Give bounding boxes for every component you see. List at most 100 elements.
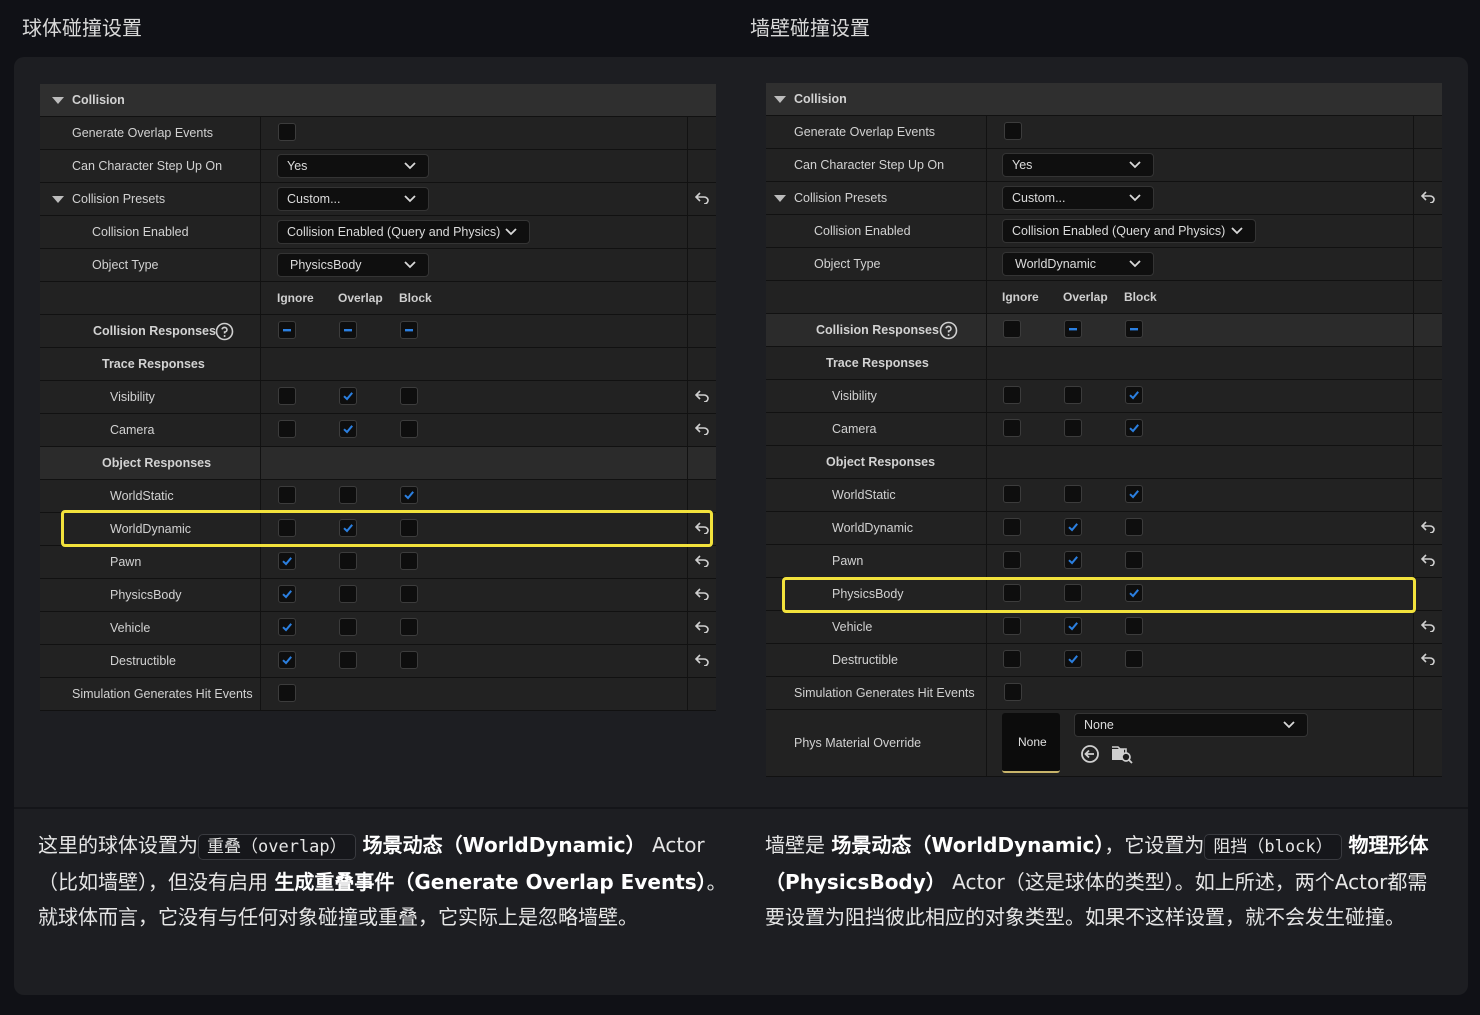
left-heading: 球体碰撞设置 [22,16,142,40]
block-checkbox[interactable] [400,618,418,636]
generate-overlap-checkbox[interactable] [278,123,296,141]
chevron-down-icon [1129,161,1141,169]
wall-collision-panel: Collision Generate Overlap Events Can Ch… [766,83,1442,777]
ignore-checkbox[interactable] [278,420,296,438]
enabled-dropdown[interactable]: Collision Enabled (Query and Physics) [1002,219,1256,243]
step-up-dropdown[interactable]: Yes [1002,153,1154,177]
reset-arrow-icon[interactable] [695,654,709,666]
reset-arrow-icon[interactable] [1421,554,1435,566]
reset-arrow-icon[interactable] [695,621,709,633]
presets-dropdown[interactable]: Custom... [1002,186,1154,210]
ignore-checkbox[interactable] [278,519,296,537]
overlap-checkbox[interactable] [1064,551,1082,569]
browse-folder-icon[interactable] [1111,744,1133,764]
ignore-all-checkbox[interactable] [278,321,296,339]
ignore-checkbox[interactable] [1003,386,1021,404]
presets-row: Collision Presets Custom... [40,183,716,216]
collapse-arrow-icon[interactable] [774,96,786,103]
ignore-checkbox[interactable] [1003,650,1021,668]
overlap-checkbox[interactable] [1064,485,1082,503]
help-icon[interactable] [215,322,234,341]
step-up-dropdown[interactable]: Yes [277,154,429,178]
ignore-checkbox[interactable] [278,651,296,669]
block-checkbox[interactable] [1125,584,1143,602]
overlap-checkbox[interactable] [1064,518,1082,536]
block-checkbox[interactable] [400,387,418,405]
block-checkbox[interactable] [1125,485,1143,503]
collapse-arrow-icon[interactable] [774,195,786,202]
sim-hit-label: Simulation Generates Hit Events [72,687,253,701]
reset-arrow-icon[interactable] [1421,191,1435,203]
ignore-checkbox[interactable] [278,585,296,603]
block-checkbox[interactable] [400,519,418,537]
sim-hit-checkbox[interactable] [278,684,296,702]
material-dropdown[interactable]: None [1074,713,1308,737]
reset-arrow-icon[interactable] [695,390,709,402]
block-checkbox[interactable] [1125,518,1143,536]
ignore-checkbox[interactable] [1003,419,1021,437]
ignore-checkbox[interactable] [1003,485,1021,503]
block-checkbox[interactable] [1125,617,1143,635]
overlap-all-checkbox[interactable] [339,321,357,339]
object-type-dropdown[interactable]: PhysicsBody [277,253,429,277]
overlap-all-checkbox[interactable] [1064,320,1082,338]
reset-arrow-icon[interactable] [695,555,709,567]
overlap-checkbox[interactable] [339,387,357,405]
block-checkbox[interactable] [400,486,418,504]
block-all-checkbox[interactable] [1125,320,1143,338]
collapse-arrow-icon[interactable] [52,97,64,104]
reset-arrow-icon[interactable] [695,588,709,600]
block-checkbox[interactable] [1125,419,1143,437]
help-icon[interactable] [939,321,958,340]
ignore-all-checkbox[interactable] [1003,320,1021,338]
overlap-checkbox[interactable] [339,486,357,504]
overlap-checkbox[interactable] [339,519,357,537]
overlap-checkbox[interactable] [1064,584,1082,602]
presets-dropdown[interactable]: Custom... [277,187,429,211]
block-checkbox[interactable] [400,585,418,603]
overlap-checkbox[interactable] [339,585,357,603]
ignore-checkbox[interactable] [278,486,296,504]
reset-arrow-icon[interactable] [1421,653,1435,665]
collapse-arrow-icon[interactable] [52,196,64,203]
ignore-checkbox[interactable] [278,618,296,636]
phys-material-label: Phys Material Override [794,736,922,750]
overlap-checkbox[interactable] [339,552,357,570]
overlap-checkbox[interactable] [1064,419,1082,437]
overlap-checkbox[interactable] [1064,650,1082,668]
overlap-checkbox[interactable] [339,420,357,438]
card-divider [14,807,1468,809]
block-checkbox[interactable] [400,552,418,570]
use-selected-arrow-icon[interactable] [1080,744,1100,764]
overlap-checkbox[interactable] [1064,386,1082,404]
reset-arrow-icon[interactable] [695,192,709,204]
ignore-checkbox[interactable] [278,552,296,570]
sim-hit-checkbox[interactable] [1004,683,1022,701]
reset-arrow-icon[interactable] [1421,521,1435,533]
block-checkbox[interactable] [400,420,418,438]
response-label: Vehicle [832,620,873,634]
object-type-dropdown[interactable]: WorldDynamic [1002,252,1154,276]
block-checkbox[interactable] [400,651,418,669]
block-checkbox[interactable] [1125,650,1143,668]
ignore-checkbox[interactable] [1003,584,1021,602]
reset-arrow-icon[interactable] [695,423,709,435]
collision-section-header[interactable]: Collision [40,84,716,117]
ignore-checkbox[interactable] [1003,518,1021,536]
ignore-checkbox[interactable] [278,387,296,405]
reset-arrow-icon[interactable] [695,522,709,534]
response-label: Pawn [110,555,142,569]
ignore-checkbox[interactable] [1003,551,1021,569]
collision-section-header[interactable]: Collision [766,83,1442,116]
block-checkbox[interactable] [1125,551,1143,569]
overlap-checkbox[interactable] [339,618,357,636]
material-thumbnail[interactable]: None [1002,713,1060,773]
overlap-checkbox[interactable] [1064,617,1082,635]
reset-arrow-icon[interactable] [1421,620,1435,632]
ignore-checkbox[interactable] [1003,617,1021,635]
block-all-checkbox[interactable] [400,321,418,339]
overlap-checkbox[interactable] [339,651,357,669]
enabled-dropdown[interactable]: Collision Enabled (Query and Physics) [277,220,530,244]
block-checkbox[interactable] [1125,386,1143,404]
generate-overlap-checkbox[interactable] [1004,122,1022,140]
